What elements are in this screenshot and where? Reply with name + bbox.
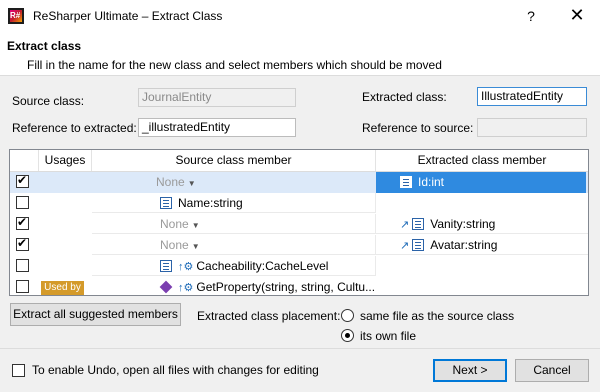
property-icon bbox=[400, 175, 412, 188]
title-bar: ReSharper Ultimate – Extract Class ? ✕ bbox=[0, 0, 600, 31]
move-arrow-icon: ↗ bbox=[400, 219, 410, 231]
cancel-button[interactable]: Cancel bbox=[515, 359, 589, 382]
row-checkbox[interactable] bbox=[16, 280, 29, 293]
source-member-cell[interactable]: None ▼ bbox=[156, 172, 376, 192]
column-usages[interactable]: Usages bbox=[39, 150, 92, 171]
grid-header-check bbox=[10, 150, 39, 171]
reference-to-extracted-input[interactable]: _illustratedEntity bbox=[138, 118, 296, 137]
reference-to-source-field bbox=[477, 118, 587, 137]
enable-undo-label[interactable]: To enable Undo, open all files with chan… bbox=[32, 363, 319, 377]
row-checkbox[interactable] bbox=[16, 259, 29, 272]
next-button[interactable]: Next > bbox=[433, 359, 507, 382]
source-member-name: None bbox=[156, 175, 185, 189]
enable-undo-checkbox[interactable] bbox=[12, 364, 25, 377]
page-title: Extract class bbox=[7, 39, 82, 53]
property-icon bbox=[160, 196, 172, 209]
resharper-app-icon bbox=[8, 7, 24, 24]
property-icon bbox=[412, 238, 425, 251]
source-class-label: Source class: bbox=[12, 94, 85, 108]
row-checkbox[interactable] bbox=[16, 173, 29, 188]
extracted-member-name: Avatar:string bbox=[430, 238, 498, 252]
placement-same-file-label[interactable]: same file as the source class bbox=[360, 309, 514, 323]
reference-to-extracted-label: Reference to extracted: bbox=[12, 121, 137, 135]
source-member-name: None bbox=[160, 238, 189, 252]
column-extracted-member[interactable]: Extracted class member bbox=[376, 150, 588, 171]
extract-all-suggested-button[interactable]: Extract all suggested members bbox=[10, 303, 181, 326]
extracted-member-cell[interactable]: Id:int bbox=[376, 172, 586, 193]
source-member-name: None bbox=[160, 217, 189, 231]
dropdown-caret-icon[interactable]: ▼ bbox=[192, 242, 200, 251]
wizard-header: Extract class Fill in the name for the n… bbox=[0, 31, 600, 76]
page-description: Fill in the name for the new class and s… bbox=[27, 58, 442, 72]
method-icon bbox=[159, 280, 173, 294]
table-row[interactable]: Name:string bbox=[10, 193, 588, 214]
members-grid[interactable]: Usages Source class member Extracted cla… bbox=[9, 149, 589, 296]
window-title: ReSharper Ultimate – Extract Class bbox=[33, 8, 223, 23]
reference-to-source-label: Reference to source: bbox=[362, 121, 474, 135]
row-checkbox[interactable] bbox=[16, 236, 29, 251]
dropdown-caret-icon[interactable]: ▼ bbox=[192, 221, 200, 230]
row-checkbox[interactable] bbox=[16, 196, 29, 209]
extracted-member-name: Vanity:string bbox=[430, 217, 496, 231]
move-arrow-icon: ↗ bbox=[400, 240, 410, 252]
dependency-arrow-icon: ↑⚙ bbox=[178, 282, 194, 294]
close-button[interactable]: ✕ bbox=[554, 0, 600, 31]
placement-own-file-radio[interactable] bbox=[341, 329, 354, 342]
extracted-member-cell[interactable]: ↗ Vanity:string bbox=[376, 214, 588, 234]
source-class-field: JournalEntity bbox=[138, 88, 296, 107]
source-member-cell[interactable]: Name:string bbox=[92, 193, 376, 213]
source-member-name: Name:string bbox=[178, 196, 243, 210]
extracted-class-label: Extracted class: bbox=[362, 90, 447, 104]
source-member-name: GetProperty(string, string, Cultu... bbox=[196, 280, 376, 294]
grid-header: Usages Source class member Extracted cla… bbox=[10, 150, 588, 172]
help-button[interactable]: ? bbox=[508, 0, 554, 31]
property-icon bbox=[160, 259, 172, 272]
source-member-cell[interactable]: None ▼ bbox=[92, 235, 376, 255]
table-row[interactable]: ↑⚙ Cacheability:CacheLevel bbox=[10, 256, 588, 277]
extracted-class-input[interactable]: IllustratedEntity bbox=[477, 87, 587, 106]
source-member-cell[interactable]: ↑⚙ GetProperty(string, string, Cultu... bbox=[92, 277, 376, 295]
dependency-arrow-icon: ↑⚙ bbox=[178, 261, 194, 273]
dropdown-caret-icon[interactable]: ▼ bbox=[188, 179, 196, 188]
extracted-member-cell[interactable]: ↗ Avatar:string bbox=[376, 235, 588, 255]
placement-same-file-radio[interactable] bbox=[341, 309, 354, 322]
extracted-member-name: Id:int bbox=[418, 175, 445, 189]
property-icon bbox=[412, 217, 425, 230]
placement-label: Extracted class placement: bbox=[197, 309, 341, 323]
table-row[interactable]: None▼ ↗ Vanity:string bbox=[10, 214, 588, 235]
table-row[interactable]: Used by ↑⚙ GetProperty(string, string, Cu… bbox=[10, 277, 588, 295]
row-checkbox[interactable] bbox=[16, 215, 29, 230]
table-row[interactable]: None▼ Id:int bbox=[10, 172, 588, 193]
source-member-name: Cacheability:CacheLevel bbox=[196, 259, 329, 273]
footer: To enable Undo, open all files with chan… bbox=[0, 348, 600, 392]
source-member-cell[interactable]: None ▼ bbox=[92, 214, 376, 234]
source-member-cell[interactable]: ↑⚙ Cacheability:CacheLevel bbox=[92, 256, 376, 276]
used-by-badge[interactable]: Used by bbox=[41, 281, 84, 295]
table-row[interactable]: None▼ ↗ Avatar:string bbox=[10, 235, 588, 256]
column-source-member[interactable]: Source class member bbox=[92, 150, 376, 171]
placement-own-file-label[interactable]: its own file bbox=[360, 329, 416, 343]
